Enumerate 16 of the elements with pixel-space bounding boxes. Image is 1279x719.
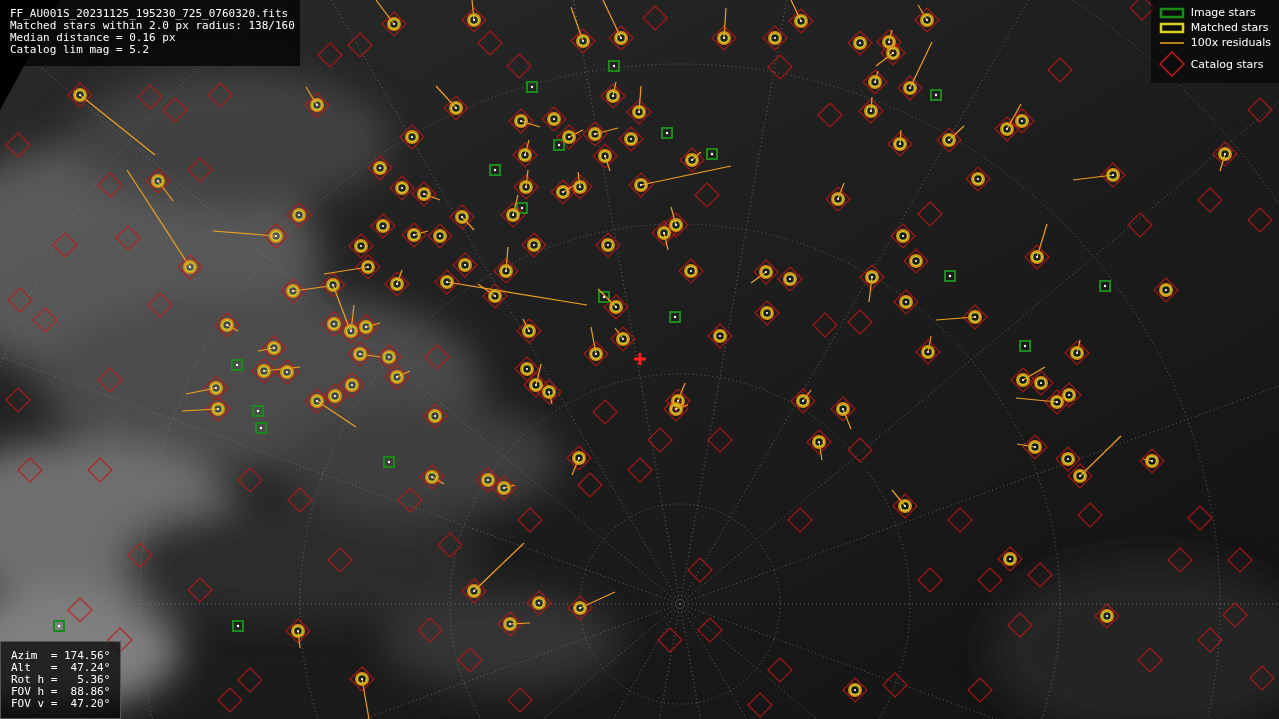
legend-label: Matched stars [1190, 21, 1269, 34]
info-text: Catalog lim mag = 5.2 [10, 44, 151, 56]
pointing-text: FOV h = 88.86° [11, 686, 111, 698]
legend-label: Catalog stars [1190, 57, 1264, 71]
info-text: Median distance = 0.16 px [10, 32, 177, 44]
legend-label: 100x residuals [1190, 36, 1271, 49]
pointing-text: Azim = 174.56° [11, 650, 111, 662]
pointing-text: Rot h = 5.36° [11, 674, 111, 686]
image-star-legend-icon [1158, 6, 1185, 19]
info-text: FF_AU001S_20231125_195230_725_0760320.fits [10, 8, 290, 20]
matched-star-legend-icon [1158, 21, 1185, 34]
pointing-text: Alt = 47.24° [11, 662, 111, 674]
catalog-star-legend-icon [1158, 51, 1185, 77]
residual-line-legend-icon [1158, 40, 1185, 45]
legend-label: Image stars [1190, 6, 1256, 19]
pointing-text: FOV v = 47.20° [11, 698, 111, 710]
